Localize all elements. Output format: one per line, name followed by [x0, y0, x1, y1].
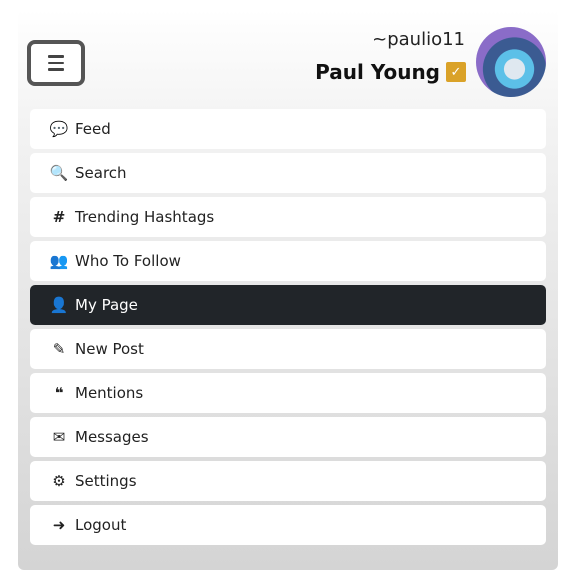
nav-item-label: Who To Follow	[75, 252, 181, 270]
username-handle[interactable]: ~paulio11	[372, 29, 465, 50]
nav-item-new-post[interactable]: ✎ New Post	[30, 329, 546, 369]
avatar[interactable]	[476, 27, 546, 97]
nav-menu: 💬 Feed 🔍 Search # Trending Hashtags 👥 Who To Fo…	[30, 109, 546, 549]
nav-item-feed[interactable]: 💬 Feed	[30, 109, 546, 149]
nav-item-label: Search	[75, 164, 127, 182]
hamburger-menu-button[interactable]	[27, 40, 85, 86]
nav-item-who-to-follow[interactable]: 👥 Who To Follow	[30, 241, 546, 281]
nav-item-label: New Post	[75, 340, 144, 358]
nav-item-label: Logout	[75, 516, 127, 534]
display-name-row: Paul Young ✓	[315, 60, 466, 84]
nav-item-label: Settings	[75, 472, 137, 490]
nav-item-logout[interactable]: ➜ Logout	[30, 505, 546, 545]
logout-icon: ➜	[52, 516, 66, 534]
menu-bar-icon	[48, 55, 64, 58]
edit-icon: ✎	[52, 340, 66, 358]
nav-item-label: Messages	[75, 428, 149, 446]
envelope-icon: ✉	[52, 428, 66, 446]
nav-item-label: Mentions	[75, 384, 144, 402]
nav-item-messages[interactable]: ✉ Messages	[30, 417, 546, 457]
menu-bar-icon	[48, 68, 64, 71]
quote-icon: ❝	[54, 384, 64, 402]
nav-item-mentions[interactable]: ❝ Mentions	[30, 373, 546, 413]
nav-item-label: My Page	[75, 296, 138, 314]
nav-item-label: Feed	[75, 120, 111, 138]
comments-icon: 💬	[49, 120, 69, 138]
user-icon: 👤	[49, 296, 69, 314]
nav-item-settings[interactable]: ⚙ Settings	[30, 461, 546, 501]
check-badge-icon: ✓	[446, 62, 466, 82]
display-name[interactable]: Paul Young	[315, 60, 440, 84]
gear-icon: ⚙	[52, 472, 66, 490]
nav-item-search[interactable]: 🔍 Search	[30, 153, 546, 193]
nav-item-my-page[interactable]: 👤 My Page	[30, 285, 546, 325]
hashtag-icon: #	[52, 208, 66, 226]
search-icon: 🔍	[49, 164, 69, 182]
nav-item-trending-hashtags[interactable]: # Trending Hashtags	[30, 197, 546, 237]
menu-bar-icon	[48, 61, 64, 65]
users-icon: 👥	[49, 252, 69, 270]
nav-item-label: Trending Hashtags	[75, 208, 215, 226]
